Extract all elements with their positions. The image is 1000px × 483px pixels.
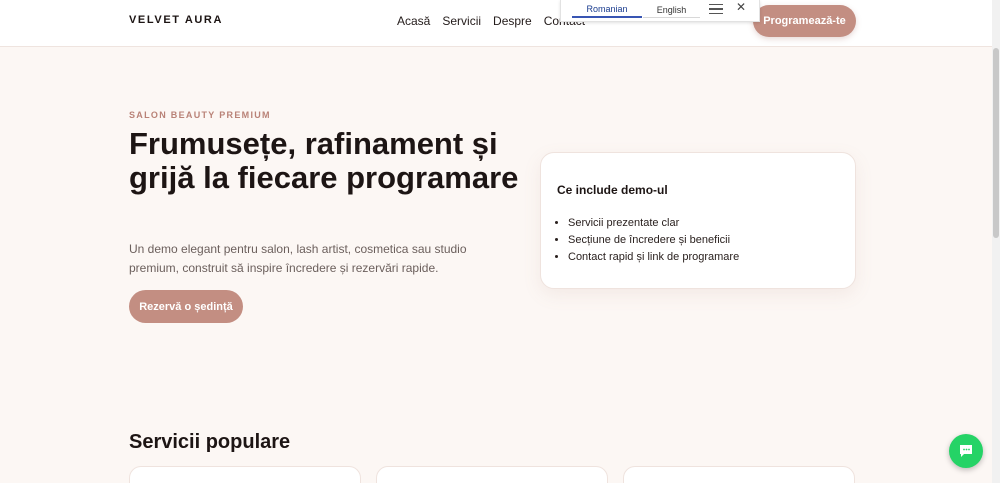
service-card[interactable] <box>129 466 361 483</box>
close-icon[interactable]: ✕ <box>736 0 746 14</box>
hero-eyebrow: SALON BEAUTY PREMIUM <box>129 110 271 120</box>
card-title: Ce include demo-ul <box>557 183 668 197</box>
site-header: VELVET AURA Acasă Servicii Despre Contac… <box>0 0 1000 47</box>
main-nav: Acasă Servicii Despre Contact <box>397 14 585 28</box>
services-title: Servicii populare <box>129 431 291 453</box>
translate-bar: Romanian English ✕ <box>560 0 760 22</box>
list-item: Secțiune de încredere și beneficii <box>568 232 739 249</box>
feature-list: Servicii prezentate clar Secțiune de înc… <box>568 215 739 266</box>
lang-tab-romanian[interactable]: Romanian <box>572 2 642 18</box>
hero-subtitle: Un demo elegant pentru salon, lash artis… <box>129 242 467 275</box>
service-card[interactable] <box>623 466 855 483</box>
hamburger-icon[interactable] <box>709 1 723 15</box>
chat-button[interactable] <box>949 434 983 468</box>
nav-link-about[interactable]: Despre <box>493 14 532 28</box>
scrollbar-thumb[interactable] <box>993 48 999 238</box>
service-card[interactable] <box>376 466 608 483</box>
hero-title: Frumusețe, rafinament și grijă la fiecar… <box>129 126 519 195</box>
chat-icon <box>960 445 972 457</box>
book-appointment-button[interactable]: Programează-te <box>753 5 856 37</box>
demo-features-card: Ce include demo-ul Servicii prezentate c… <box>540 152 856 289</box>
nav-link-home[interactable]: Acasă <box>397 14 430 28</box>
list-item: Servicii prezentate clar <box>568 215 739 232</box>
nav-link-services[interactable]: Servicii <box>442 14 481 28</box>
list-item: Contact rapid și link de programare <box>568 249 739 266</box>
scrollbar[interactable] <box>992 0 1000 483</box>
brand-logo[interactable]: VELVET AURA <box>129 14 223 26</box>
book-session-button[interactable]: Rezervă o ședință <box>129 290 243 323</box>
lang-tab-english[interactable]: English <box>643 2 700 18</box>
